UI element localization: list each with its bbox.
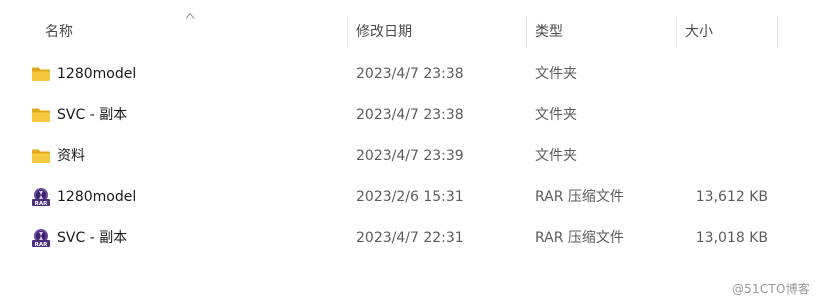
file-type: 文件夹 [535,66,577,82]
file-name: SVC - 副本 [57,230,128,246]
file-type: 文件夹 [535,107,577,123]
file-size [680,54,768,95]
file-row[interactable]: RAR SVC - 副本 2023/4/7 22:31 RAR 压缩文件 13,… [0,218,818,259]
column-divider[interactable] [777,16,778,48]
column-divider[interactable] [676,16,677,48]
column-header-modified[interactable]: 修改日期 [356,22,412,42]
folder-icon [32,108,50,122]
column-divider[interactable] [526,16,527,48]
file-name: 资料 [57,148,85,164]
file-row[interactable]: 资料 2023/4/7 23:39 文件夹 [0,136,818,177]
file-row[interactable]: RAR 1280model 2023/2/6 15:31 RAR 压缩文件 13… [0,177,818,218]
column-header-size[interactable]: 大小 [685,22,713,42]
column-header-type[interactable]: 类型 [535,22,563,42]
file-row[interactable]: SVC - 副本 2023/4/7 23:38 文件夹 [0,95,818,136]
file-name: 1280model [57,189,137,205]
file-type: RAR 压缩文件 [535,189,624,205]
watermark: @51CTO博客 [731,282,810,296]
file-modified: 2023/2/6 15:31 [356,189,464,205]
file-modified: 2023/4/7 23:38 [356,66,464,82]
folder-icon [32,67,50,81]
file-type: RAR 压缩文件 [535,230,624,246]
file-name: 1280model [57,66,137,82]
file-name: SVC - 副本 [57,107,128,123]
file-row[interactable]: 1280model 2023/4/7 23:38 文件夹 [0,54,818,95]
file-size [680,95,768,136]
file-type: 文件夹 [535,148,577,164]
file-size: 13,018 KB [695,230,768,246]
file-modified: 2023/4/7 23:39 [356,148,464,164]
file-size [680,136,768,177]
column-header-name[interactable]: 名称 [45,22,73,42]
rar-archive-icon: RAR [32,229,50,248]
folder-icon [32,149,50,163]
svg-text:RAR: RAR [35,201,48,207]
file-modified: 2023/4/7 22:31 [356,230,464,246]
sort-up-icon[interactable] [185,12,195,20]
column-header-bar: 名称 修改日期 类型 大小 [0,0,818,60]
rar-archive-icon: RAR [32,188,50,207]
svg-text:RAR: RAR [35,242,48,248]
file-size: 13,612 KB [695,189,768,205]
column-divider[interactable] [347,16,348,48]
file-modified: 2023/4/7 23:38 [356,107,464,123]
